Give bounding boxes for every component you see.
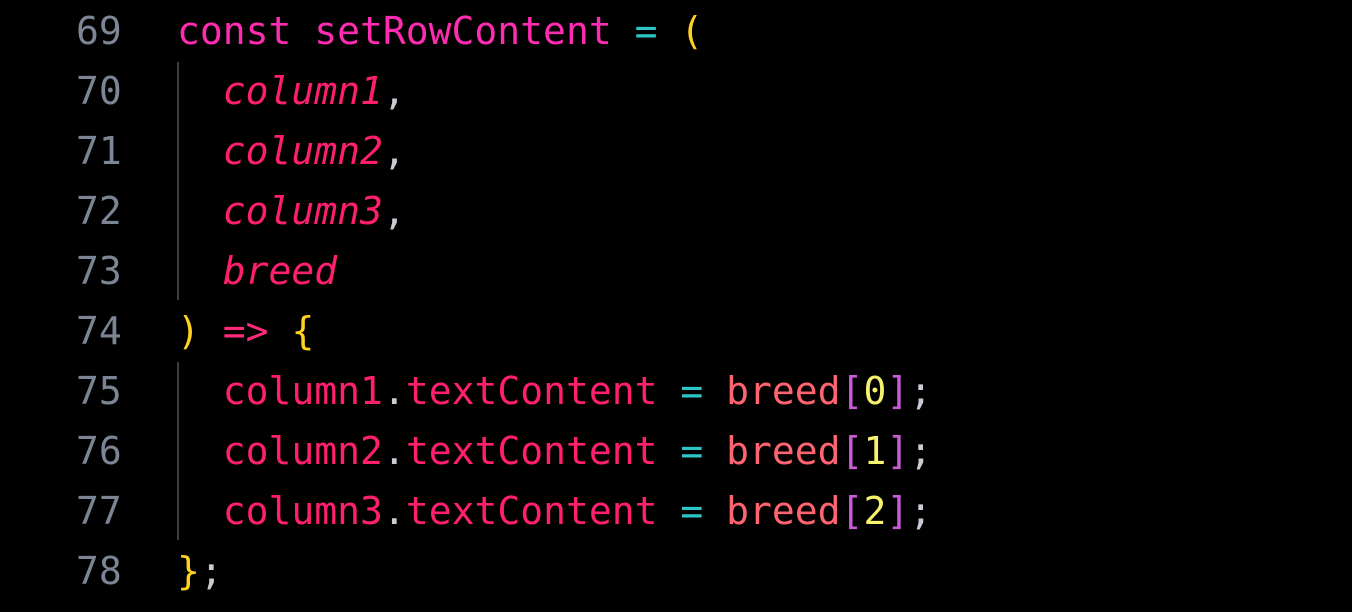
line-number: 76	[76, 429, 122, 473]
code-token: column3	[222, 189, 383, 233]
code-line[interactable]: 72 column3,	[0, 181, 1352, 241]
code-editor[interactable]: 69 const setRowContent = (70 column1, 71 c…	[0, 0, 1352, 612]
line-number: 71	[76, 129, 122, 173]
code-token: (	[680, 9, 704, 53]
code-text: column3.textContent = breed[2];	[177, 491, 932, 531]
code-line[interactable]: 71 column2,	[0, 121, 1352, 181]
code-token: textContent	[405, 429, 658, 473]
code-text: breed	[177, 251, 337, 291]
line-number: 70	[76, 69, 122, 113]
line-number: 74	[76, 309, 122, 353]
code-token: breed	[222, 249, 338, 293]
code-token: =	[680, 489, 704, 533]
code-token: )	[177, 309, 200, 353]
code-token: ]	[886, 369, 910, 413]
code-token: ,	[382, 69, 406, 113]
code-line[interactable]: 78};	[0, 541, 1352, 601]
code-line[interactable]: 76 column2.textContent = breed[1];	[0, 421, 1352, 481]
code-token: .	[382, 369, 406, 413]
code-token: ]	[886, 489, 910, 533]
code-token: textContent	[405, 489, 658, 533]
code-text: const setRowContent = (	[177, 11, 703, 51]
code-text: column1,	[177, 71, 406, 111]
code-line[interactable]: 70 column1,	[0, 61, 1352, 121]
code-token: textContent	[405, 369, 658, 413]
code-token: breed	[726, 489, 841, 533]
code-token: =	[634, 9, 658, 53]
code-text: column3,	[177, 191, 406, 231]
code-text: column2.textContent = breed[1];	[177, 431, 932, 471]
line-number: 75	[76, 369, 122, 413]
code-text: column2,	[177, 131, 406, 171]
code-token: setRowContent	[314, 9, 612, 53]
code-token: breed	[726, 429, 841, 473]
code-token: =	[680, 369, 704, 413]
line-number: 69	[76, 9, 122, 53]
code-token: ;	[199, 549, 223, 593]
code-token: ]	[886, 429, 910, 473]
code-token: [	[840, 369, 864, 413]
code-token: const	[177, 9, 292, 53]
code-token: [	[840, 429, 864, 473]
code-token: .	[382, 489, 406, 533]
code-token: }	[177, 549, 200, 593]
code-token: breed	[726, 369, 841, 413]
code-token: [	[840, 489, 864, 533]
code-token: ;	[909, 429, 933, 473]
code-token: {	[291, 309, 315, 353]
code-text: column1.textContent = breed[0];	[177, 371, 932, 411]
code-line[interactable]: 77 column3.textContent = breed[2];	[0, 481, 1352, 541]
code-token: =	[680, 429, 704, 473]
code-token: 1	[863, 429, 887, 473]
code-token: 2	[863, 489, 887, 533]
code-token: =>	[222, 309, 269, 353]
code-token: .	[382, 429, 406, 473]
code-line[interactable]: 69 const setRowContent = (	[0, 1, 1352, 61]
line-number: 77	[76, 489, 122, 533]
line-number: 72	[76, 189, 122, 233]
code-token: column2	[222, 429, 383, 473]
code-line[interactable]: 73 breed	[0, 241, 1352, 301]
code-token: ,	[382, 129, 406, 173]
code-text: ) => {	[177, 311, 314, 351]
code-token: ,	[382, 189, 406, 233]
line-number: 73	[76, 249, 122, 293]
code-token: column2	[222, 129, 383, 173]
code-token: ;	[909, 369, 933, 413]
code-token: 0	[863, 369, 887, 413]
code-token: column1	[222, 369, 383, 413]
code-token: ;	[909, 489, 933, 533]
code-token: column1	[222, 69, 383, 113]
code-text: };	[177, 551, 223, 591]
code-token: column3	[222, 489, 383, 533]
code-line[interactable]: 75 column1.textContent = breed[0];	[0, 361, 1352, 421]
code-line[interactable]: 74) => {	[0, 301, 1352, 361]
line-number: 78	[76, 549, 122, 593]
